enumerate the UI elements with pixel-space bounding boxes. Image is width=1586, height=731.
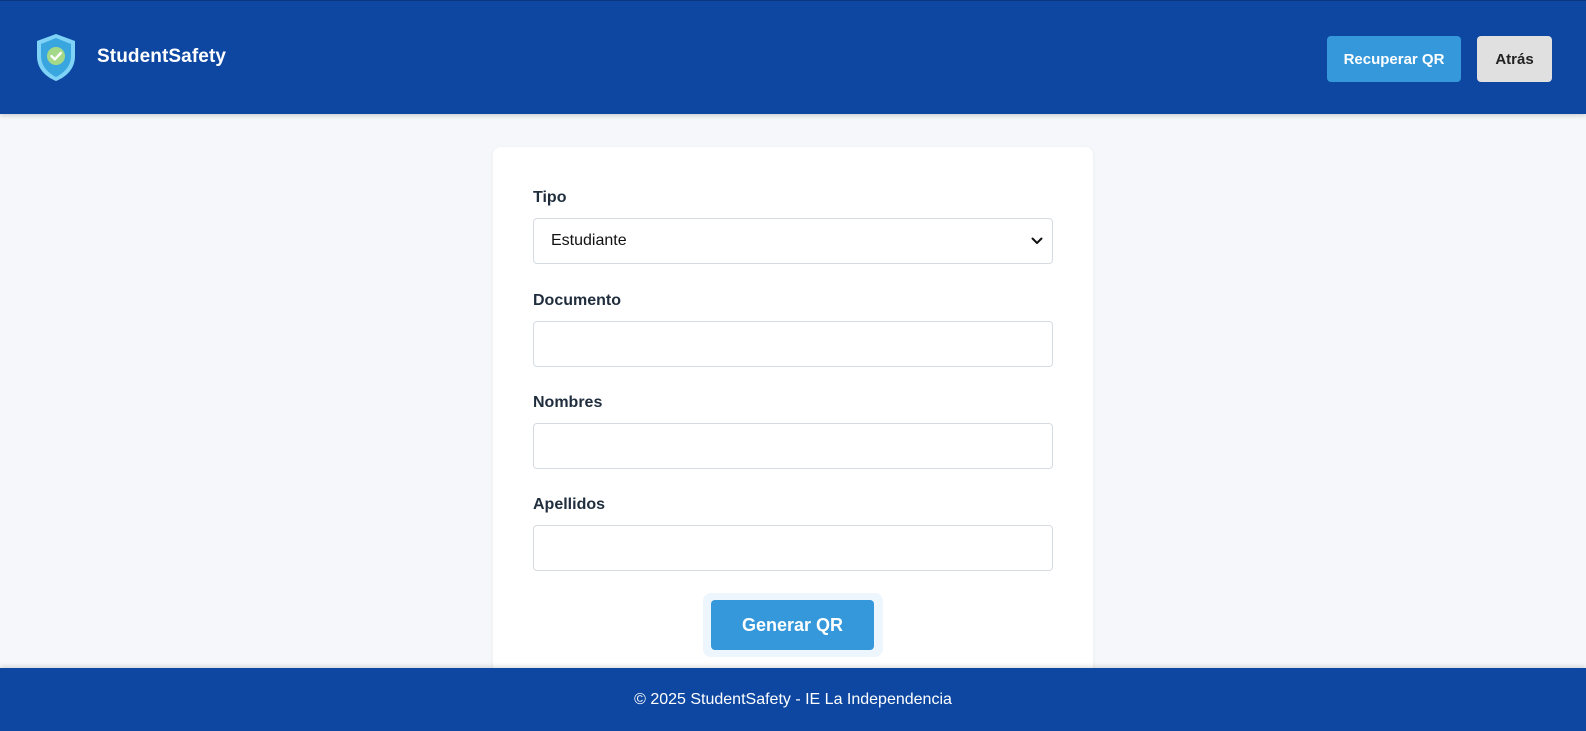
brand-name: StudentSafety: [97, 46, 227, 67]
generate-button-focus-ring: Generar QR: [703, 593, 883, 657]
footer: © 2025 StudentSafety - IE La Independenc…: [0, 668, 1586, 731]
qr-form-card: Tipo Estudiante Documento Nombres Apelli…: [493, 147, 1093, 687]
apellidos-input[interactable]: [533, 525, 1053, 571]
tipo-select[interactable]: Estudiante: [533, 218, 1053, 264]
shield-check-icon: [37, 34, 75, 81]
back-button[interactable]: Atrás: [1477, 36, 1552, 82]
generate-qr-button[interactable]: Generar QR: [711, 600, 874, 650]
documento-label: Documento: [533, 292, 621, 309]
nombres-label: Nombres: [533, 394, 603, 411]
documento-input[interactable]: [533, 321, 1053, 367]
chevron-down-icon: [1031, 237, 1043, 244]
tipo-select-value: Estudiante: [551, 232, 627, 249]
footer-copyright: © 2025 StudentSafety - IE La Independenc…: [634, 690, 952, 708]
recover-qr-button[interactable]: Recuperar QR: [1327, 36, 1461, 82]
nombres-input[interactable]: [533, 423, 1053, 469]
tipo-label: Tipo: [533, 189, 567, 206]
top-navbar: StudentSafety Recuperar QR Atrás: [0, 0, 1586, 114]
apellidos-label: Apellidos: [533, 496, 606, 513]
brand: StudentSafety: [33, 32, 226, 82]
